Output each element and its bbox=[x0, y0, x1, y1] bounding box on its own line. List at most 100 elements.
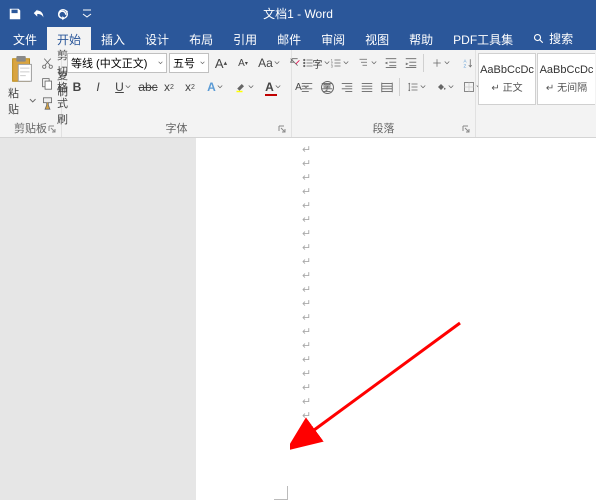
clipboard-launcher[interactable] bbox=[47, 124, 59, 136]
search-label: 搜索 bbox=[549, 30, 573, 47]
multilevel-list-button[interactable] bbox=[353, 53, 381, 73]
tab-view[interactable]: 视图 bbox=[355, 27, 399, 50]
tab-layout[interactable]: 布局 bbox=[179, 27, 223, 50]
grow-font-button[interactable]: A▴ bbox=[211, 53, 231, 73]
font-size-combo[interactable]: 五号 bbox=[169, 53, 209, 73]
style-preview-text: AaBbCcDc bbox=[540, 64, 594, 76]
navigation-pane bbox=[0, 138, 196, 500]
paragraph-mark: ↵ bbox=[302, 227, 311, 240]
title-bar: 文档1 - Word bbox=[0, 0, 596, 27]
underline-button[interactable]: U bbox=[109, 77, 137, 97]
text-effects-button[interactable]: A bbox=[201, 77, 229, 97]
style-no-spacing[interactable]: AaBbCcDc ↵ 无间隔 bbox=[537, 53, 595, 105]
font-name-combo[interactable]: 等线 (中文正文) bbox=[67, 53, 167, 73]
distributed-button[interactable] bbox=[377, 77, 397, 97]
paragraph-mark: ↵ bbox=[302, 255, 311, 268]
justify-button[interactable] bbox=[357, 77, 377, 97]
paragraph-group: 123 AZ 段落 bbox=[292, 50, 476, 137]
subscript-button[interactable]: x2 bbox=[159, 77, 179, 97]
tab-pdf-tools[interactable]: PDF工具集 bbox=[443, 27, 523, 50]
paragraph-mark: ↵ bbox=[302, 213, 311, 226]
align-left-icon bbox=[300, 80, 314, 94]
paragraph-launcher[interactable] bbox=[461, 124, 473, 136]
save-button[interactable] bbox=[3, 2, 27, 26]
divider bbox=[399, 78, 400, 96]
chevron-down-icon bbox=[420, 84, 426, 90]
font-launcher[interactable] bbox=[277, 124, 289, 136]
change-case-button[interactable]: Aa bbox=[255, 53, 283, 73]
shading-button[interactable] bbox=[430, 77, 458, 97]
ribbon-tabs: 文件 开始 插入 设计 布局 引用 邮件 审阅 视图 帮助 PDF工具集 搜索 bbox=[0, 27, 596, 50]
divider bbox=[423, 54, 424, 72]
multilevel-icon bbox=[358, 57, 370, 69]
svg-text:A: A bbox=[464, 58, 467, 63]
font-group-label: 字体 bbox=[67, 121, 286, 135]
tab-help[interactable]: 帮助 bbox=[399, 27, 443, 50]
styles-group: AaBbCcDc ↵ 正文 AaBbCcDc ↵ 无间隔 bbox=[476, 50, 596, 137]
tab-design[interactable]: 设计 bbox=[135, 27, 179, 50]
ribbon: 粘贴 剪切 复制 格式刷 剪贴板 bbox=[0, 50, 596, 138]
qat-customize-button[interactable] bbox=[75, 2, 99, 26]
search-icon bbox=[533, 33, 545, 45]
chevron-down-icon bbox=[444, 60, 450, 66]
style-normal[interactable]: AaBbCcDc ↵ 正文 bbox=[478, 53, 536, 105]
paragraph-mark: ↵ bbox=[302, 157, 311, 170]
outdent-icon bbox=[384, 56, 398, 70]
numbering-button[interactable]: 123 bbox=[325, 53, 353, 73]
tab-references[interactable]: 引用 bbox=[223, 27, 267, 50]
asian-layout-button[interactable] bbox=[426, 53, 454, 73]
increase-indent-button[interactable] bbox=[401, 53, 421, 73]
bullets-button[interactable] bbox=[297, 53, 325, 73]
line-spacing-button[interactable] bbox=[402, 77, 430, 97]
paragraph-mark: ↵ bbox=[302, 353, 311, 366]
distributed-icon bbox=[380, 80, 394, 94]
chevron-down-icon bbox=[29, 97, 36, 105]
font-color-button[interactable]: A bbox=[259, 77, 287, 97]
chevron-down-icon bbox=[125, 84, 131, 90]
sort-icon: AZ bbox=[462, 57, 474, 69]
bullets-icon bbox=[302, 57, 314, 69]
strikethrough-button[interactable]: abc bbox=[138, 77, 158, 97]
redo-button[interactable] bbox=[51, 2, 75, 26]
style-preview-text: AaBbCcDc bbox=[480, 64, 534, 76]
tab-home[interactable]: 开始 bbox=[47, 27, 91, 50]
paragraph-mark: ↵ bbox=[294, 430, 303, 443]
highlighter-icon bbox=[235, 81, 247, 93]
align-right-button[interactable] bbox=[337, 77, 357, 97]
line-spacing-icon bbox=[407, 81, 419, 93]
scissors-icon bbox=[41, 57, 54, 70]
style-no-spacing-label: ↵ 无间隔 bbox=[546, 79, 587, 94]
paste-button[interactable]: 粘贴 bbox=[8, 85, 36, 117]
justify-icon bbox=[360, 80, 374, 94]
font-group: 等线 (中文正文) 五号 A▴ A▾ Aa 字 B I U abc x2 x bbox=[62, 50, 292, 137]
svg-text:1: 1 bbox=[330, 59, 332, 63]
paragraph-mark: ↵ bbox=[302, 199, 311, 212]
style-normal-label: ↵ 正文 bbox=[491, 79, 522, 94]
font-size-value: 五号 bbox=[173, 55, 195, 71]
bold-button[interactable]: B bbox=[67, 77, 87, 97]
undo-button[interactable] bbox=[27, 2, 51, 26]
align-center-icon bbox=[320, 80, 334, 94]
tab-insert[interactable]: 插入 bbox=[91, 27, 135, 50]
bucket-icon bbox=[435, 81, 447, 93]
svg-text:2: 2 bbox=[330, 62, 332, 66]
highlight-button[interactable] bbox=[230, 77, 258, 97]
tab-file[interactable]: 文件 bbox=[3, 27, 47, 50]
tab-review[interactable]: 审阅 bbox=[311, 27, 355, 50]
chevron-down-icon bbox=[343, 60, 349, 66]
tab-mailings[interactable]: 邮件 bbox=[267, 27, 311, 50]
brush-icon bbox=[41, 97, 54, 110]
document-page[interactable]: ↵ ↵ ↵ ↵ ↵ ↵ ↵ ↵ ↵ ↵ ↵ ↵ ↵ ↵ ↵ ↵ ↵ ↵ ↵ ↵ … bbox=[196, 138, 596, 500]
decrease-indent-button[interactable] bbox=[381, 53, 401, 73]
tab-search[interactable]: 搜索 bbox=[523, 27, 583, 50]
chevron-down-icon bbox=[371, 60, 377, 66]
chevron-down-icon bbox=[248, 84, 254, 90]
align-center-button[interactable] bbox=[317, 77, 337, 97]
copy-icon bbox=[41, 77, 54, 90]
shrink-font-button[interactable]: A▾ bbox=[233, 53, 253, 73]
italic-button[interactable]: I bbox=[88, 77, 108, 97]
paste-label: 粘贴 bbox=[8, 85, 29, 117]
align-left-button[interactable] bbox=[297, 77, 317, 97]
chevron-down-icon bbox=[315, 60, 321, 66]
superscript-button[interactable]: x2 bbox=[180, 77, 200, 97]
